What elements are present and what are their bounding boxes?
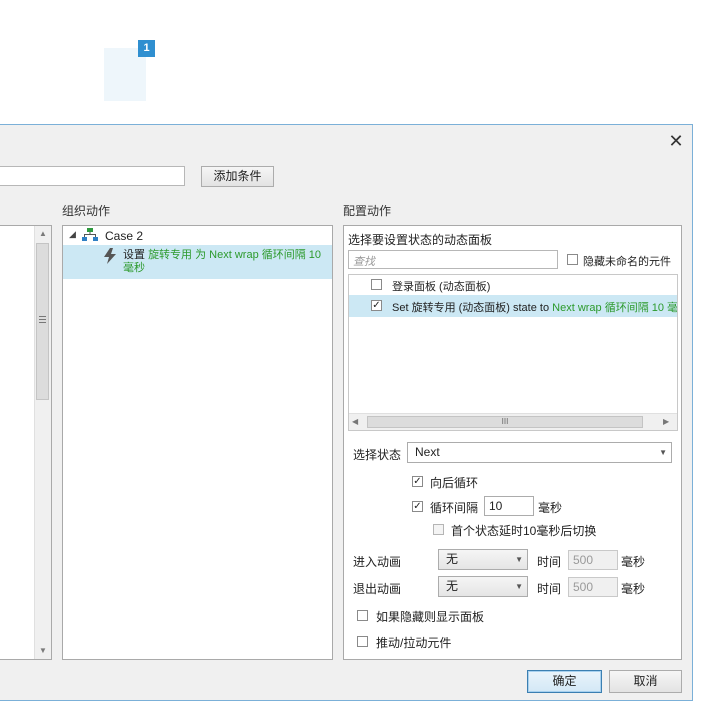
ms-unit-label: 毫秒 — [538, 501, 563, 515]
exit-animation-value: 无 — [446, 579, 459, 593]
push-pull-label: 推动/拉动元件 — [376, 636, 452, 650]
enter-time-label: 时间 — [537, 555, 562, 569]
interaction-badge: 1 — [138, 40, 155, 57]
chevron-down-icon: ▼ — [515, 555, 523, 564]
case-icon — [82, 228, 98, 245]
enter-animation-dropdown[interactable]: 无 ▼ — [438, 549, 528, 570]
action-node[interactable]: 设置 旋转专用 为 Next wrap 循环间隔 10 毫秒 — [63, 245, 332, 279]
repeat-checkbox[interactable]: ✓ — [412, 501, 423, 512]
case-name-input[interactable] — [0, 166, 185, 186]
chevron-down-icon: ▼ — [515, 582, 523, 591]
enter-animation-label: 进入动画 — [353, 555, 402, 569]
select-state-dropdown[interactable]: Next ▼ — [407, 442, 672, 463]
select-state-value: Next — [415, 445, 440, 459]
action-detail: 旋转专用 为 Next wrap 循环间隔 10 毫秒 — [123, 249, 322, 274]
case-node[interactable]: ◢ Case 2 — [63, 226, 332, 245]
scroll-left-arrow-icon[interactable]: ◀ — [352, 417, 358, 426]
enter-time-input[interactable]: 500 — [568, 550, 618, 570]
show-if-hidden-label: 如果隐藏则显示面板 — [376, 610, 485, 624]
scroll-down-arrow-icon[interactable]: ▼ — [35, 643, 51, 659]
grip-icon — [39, 316, 47, 323]
ok-button[interactable]: 确定 — [527, 670, 602, 693]
events-list[interactable]: ▲ ▼ — [0, 225, 52, 660]
horizontal-scrollbar[interactable]: ◀ III ▶ — [349, 413, 677, 430]
first-state-delay-label: 首个状态延时10毫秒后切换 — [451, 524, 597, 538]
case-label: Case 2 — [105, 229, 144, 243]
wrap-checkbox[interactable]: ✓ — [412, 476, 423, 487]
scroll-up-arrow-icon[interactable]: ▲ — [35, 226, 51, 242]
chevron-down-icon: ▼ — [659, 448, 667, 457]
first-state-delay-checkbox[interactable] — [433, 524, 444, 535]
organize-actions-tree[interactable]: ◢ Case 2 设置 旋转专用 为 Next wrap 循环间隔 10 毫秒 — [62, 225, 333, 660]
wrap-label: 向后循环 — [430, 476, 479, 490]
scroll-right-arrow-icon[interactable]: ▶ — [663, 417, 669, 426]
list-item[interactable]: ✓ Set 旋转专用 (动态面板) state to Next wrap 循环间… — [349, 295, 677, 317]
panel-label-detail: Next wrap 循环间隔 10 毫 — [552, 302, 678, 314]
dynamic-panel-list[interactable]: 登录面板 (动态面板) ✓ Set 旋转专用 (动态面板) state to N… — [348, 274, 678, 431]
panel-checkbox[interactable] — [371, 279, 382, 290]
show-if-hidden-checkbox[interactable] — [357, 610, 368, 621]
action-prefix: 设置 — [123, 249, 149, 261]
panel-checkbox[interactable]: ✓ — [371, 300, 382, 311]
case-editor-dialog: ✕ 添加条件 组织动作 配置动作 ▲ ▼ ◢ Case 2 设置 旋转专用 为 … — [0, 124, 693, 701]
scrollbar-thumb[interactable]: III — [367, 416, 643, 428]
action-description: 设置 旋转专用 为 Next wrap 循环间隔 10 毫秒 — [123, 249, 328, 275]
scrollbar-thumb[interactable] — [36, 243, 49, 400]
add-condition-button[interactable]: 添加条件 — [201, 166, 274, 187]
configure-actions-panel: 选择要设置状态的动态面板 查找 隐藏未命名的元件 登录面板 (动态面板) ✓ S… — [343, 225, 682, 660]
close-icon[interactable]: ✕ — [666, 131, 686, 151]
exit-time-label: 时间 — [537, 582, 562, 596]
push-pull-checkbox[interactable] — [357, 636, 368, 647]
panel-search-input[interactable]: 查找 — [348, 250, 558, 269]
events-scrollbar[interactable]: ▲ ▼ — [34, 226, 51, 659]
enter-animation-value: 无 — [446, 552, 459, 566]
ms-unit-label: 毫秒 — [621, 582, 646, 596]
select-panel-title: 选择要设置状态的动态面板 — [348, 233, 493, 247]
hide-unnamed-label: 隐藏未命名的元件 — [583, 256, 671, 268]
exit-time-input[interactable]: 500 — [568, 577, 618, 597]
repeat-label: 循环间隔 — [430, 501, 479, 515]
select-state-label: 选择状态 — [353, 448, 402, 462]
configure-actions-heading: 配置动作 — [343, 204, 392, 218]
panel-label: 登录面板 (动态面板) — [392, 281, 491, 293]
organize-actions-heading: 组织动作 — [62, 204, 111, 218]
panel-label-prefix: Set 旋转专用 (动态面板) state to — [392, 302, 553, 314]
exit-animation-dropdown[interactable]: 无 ▼ — [438, 576, 528, 597]
expand-caret-icon[interactable]: ◢ — [69, 229, 76, 240]
repeat-interval-input[interactable]: 10 — [484, 496, 534, 516]
ms-unit-label: 毫秒 — [621, 555, 646, 569]
cancel-button[interactable]: 取消 — [609, 670, 682, 693]
hide-unnamed-checkbox[interactable] — [567, 254, 578, 265]
list-item[interactable]: 登录面板 (动态面板) — [349, 275, 677, 295]
lightning-bolt-icon — [103, 248, 117, 267]
panel-label: Set 旋转专用 (动态面板) state to Next wrap 循环间隔 … — [392, 299, 678, 315]
exit-animation-label: 退出动画 — [353, 582, 402, 596]
